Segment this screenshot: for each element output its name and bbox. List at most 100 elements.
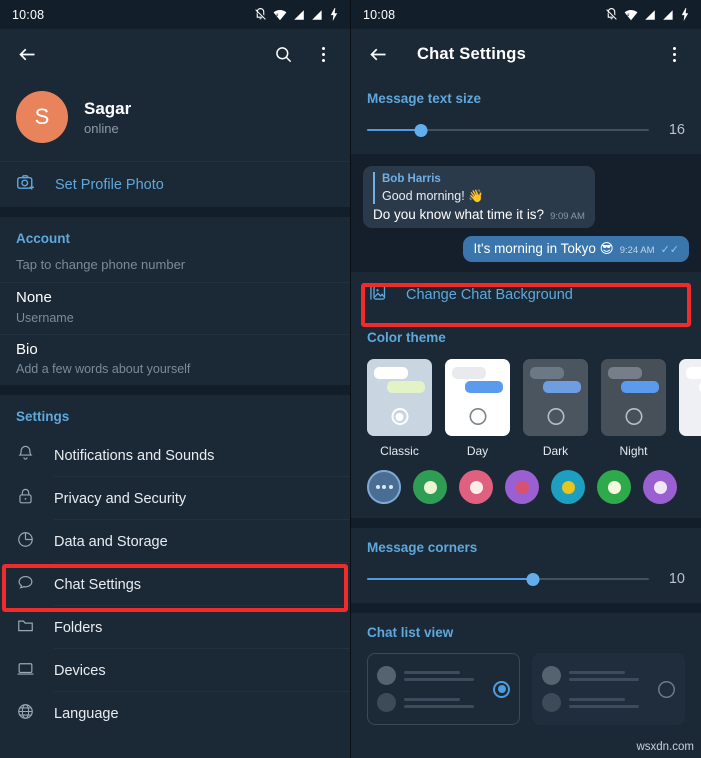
bell-icon — [16, 444, 35, 468]
camera-add-icon — [16, 172, 37, 198]
color-theme-label: Day — [466, 444, 489, 459]
color-theme-day[interactable]: Day — [445, 359, 510, 458]
settings-section: Settings Notifications and Sounds Privac… — [0, 395, 350, 735]
radio-selected-icon[interactable] — [493, 681, 510, 698]
accent-color-row[interactable] — [367, 470, 685, 505]
dual-screenshot-container: 10:08 x S Sagar online Set Profile Photo… — [0, 0, 701, 758]
theme-preview-card — [445, 359, 510, 437]
theme-outgoing-bubble — [387, 381, 425, 394]
sidebar-item-label: Notifications and Sounds — [54, 447, 215, 464]
bio-row[interactable]: Bio Add a few words about yourself — [0, 335, 350, 386]
radio-selected-icon[interactable] — [391, 408, 408, 425]
back-arrow-icon[interactable] — [365, 41, 391, 67]
signal-icon — [644, 9, 656, 21]
set-profile-photo-row[interactable]: Set Profile Photo — [0, 161, 350, 207]
sidebar-item-chat-settings[interactable]: Chat Settings — [0, 563, 350, 606]
reply-text: Good morning! 👋 — [382, 188, 484, 203]
theme-preview-card — [523, 359, 588, 437]
green-accent[interactable] — [413, 470, 447, 505]
overflow-menu-icon[interactable] — [310, 41, 336, 67]
laptop-icon — [16, 659, 35, 683]
color-theme-a[interactable]: A — [679, 359, 701, 458]
purple-accent[interactable] — [505, 470, 539, 505]
theme-preview-card — [601, 359, 666, 437]
pink-accent[interactable] — [459, 470, 493, 505]
chat-preview: Bob Harris Good morning! 👋 Do you know w… — [351, 154, 701, 273]
sidebar-item-data-storage[interactable]: Data and Storage — [0, 520, 350, 563]
preview-avatar — [542, 666, 561, 686]
preview-avatar — [377, 693, 396, 713]
color-theme-classic[interactable]: Classic — [367, 359, 432, 458]
wifi-icon — [624, 9, 638, 21]
theme-preview-card — [367, 359, 432, 437]
phone-number-row[interactable]: Tap to change phone number — [0, 257, 350, 283]
lock-icon — [16, 487, 35, 511]
more-dots-icon — [375, 485, 393, 490]
status-icon-group: x — [605, 8, 689, 21]
violet-accent[interactable] — [643, 470, 677, 505]
chat-list-view-title: Chat list view — [367, 625, 454, 641]
phone-number-sub: Tap to change phone number — [16, 257, 186, 272]
avatar: S — [16, 91, 68, 143]
globe-icon — [16, 702, 35, 726]
color-theme-row[interactable]: Classic Day Dark Night A — [367, 359, 701, 458]
radio-unselected-icon[interactable] — [547, 408, 564, 425]
theme-incoming-bubble — [452, 367, 486, 380]
color-theme-label: A — [679, 444, 701, 458]
message-corners-block: Message corners 10 — [351, 528, 701, 604]
section-gap-right-2 — [351, 603, 701, 614]
color-theme-night[interactable]: Night — [601, 359, 666, 458]
username-row[interactable]: None Username — [0, 283, 350, 335]
signal-icon — [293, 9, 305, 21]
slider-knob[interactable] — [526, 572, 540, 586]
charging-bolt-icon — [330, 8, 338, 21]
theme-outgoing-bubble — [543, 381, 581, 394]
status-clock: 10:08 — [12, 7, 45, 22]
back-arrow-icon[interactable] — [14, 41, 40, 67]
accent-inner-dot — [423, 480, 437, 494]
theme-preview-card — [679, 359, 701, 437]
sidebar-item-language[interactable]: Language — [0, 692, 350, 735]
more-accents[interactable] — [367, 470, 401, 505]
radio-unselected-icon[interactable] — [658, 681, 675, 698]
right-phone-screen: 10:08 x Chat Settings Message text size — [350, 0, 701, 758]
watermark: wsxdn.com — [636, 741, 694, 753]
message-text-size-slider[interactable] — [367, 123, 649, 137]
sidebar-item-notifications[interactable]: Notifications and Sounds — [0, 434, 350, 477]
chat-list-view-compact[interactable] — [367, 653, 520, 726]
accent-inner-dot — [561, 480, 575, 494]
chat-bubble-icon — [16, 573, 35, 597]
radio-unselected-icon[interactable] — [469, 408, 486, 425]
theme-outgoing-bubble — [621, 381, 659, 394]
settings-section-title: Settings — [16, 409, 70, 424]
page-title: Chat Settings — [417, 44, 526, 63]
username-value: None — [16, 289, 52, 306]
teal-accent[interactable] — [551, 470, 585, 505]
outgoing-message-bubble: It's morning in Tokyo 😎 9:24 AM ✓✓ — [463, 236, 689, 263]
sidebar-item-privacy[interactable]: Privacy and Security — [0, 477, 350, 520]
sidebar-item-label: Data and Storage — [54, 533, 168, 550]
mute-icon — [254, 8, 267, 21]
sidebar-item-devices[interactable]: Devices — [0, 649, 350, 692]
chat-list-view-expanded[interactable] — [532, 653, 685, 726]
sidebar-item-folders[interactable]: Folders — [0, 606, 350, 649]
theme-incoming-bubble — [686, 367, 701, 380]
mute-icon — [605, 8, 618, 21]
reply-author: Bob Harris — [382, 173, 441, 185]
status-icon-group: x — [254, 8, 338, 21]
message-corners-slider[interactable] — [367, 572, 649, 586]
search-icon[interactable] — [270, 41, 296, 67]
sidebar-item-label: Privacy and Security — [54, 490, 187, 507]
outgoing-message-time: 9:24 AM — [619, 245, 655, 257]
color-theme-dark[interactable]: Dark — [523, 359, 588, 458]
slider-knob[interactable] — [414, 123, 428, 137]
color-theme-block: Color theme Classic Day Dark Night A — [351, 318, 701, 519]
account-section-title: Account — [16, 231, 70, 246]
radio-unselected-icon[interactable] — [625, 408, 642, 425]
overflow-menu-icon[interactable] — [661, 41, 687, 67]
chat-list-view-options — [367, 653, 685, 726]
read-receipt-icon: ✓✓ — [660, 244, 679, 257]
emerald-accent[interactable] — [597, 470, 631, 505]
message-corners-title: Message corners — [367, 540, 478, 556]
change-chat-background-row[interactable]: Change Chat Background — [351, 272, 701, 319]
